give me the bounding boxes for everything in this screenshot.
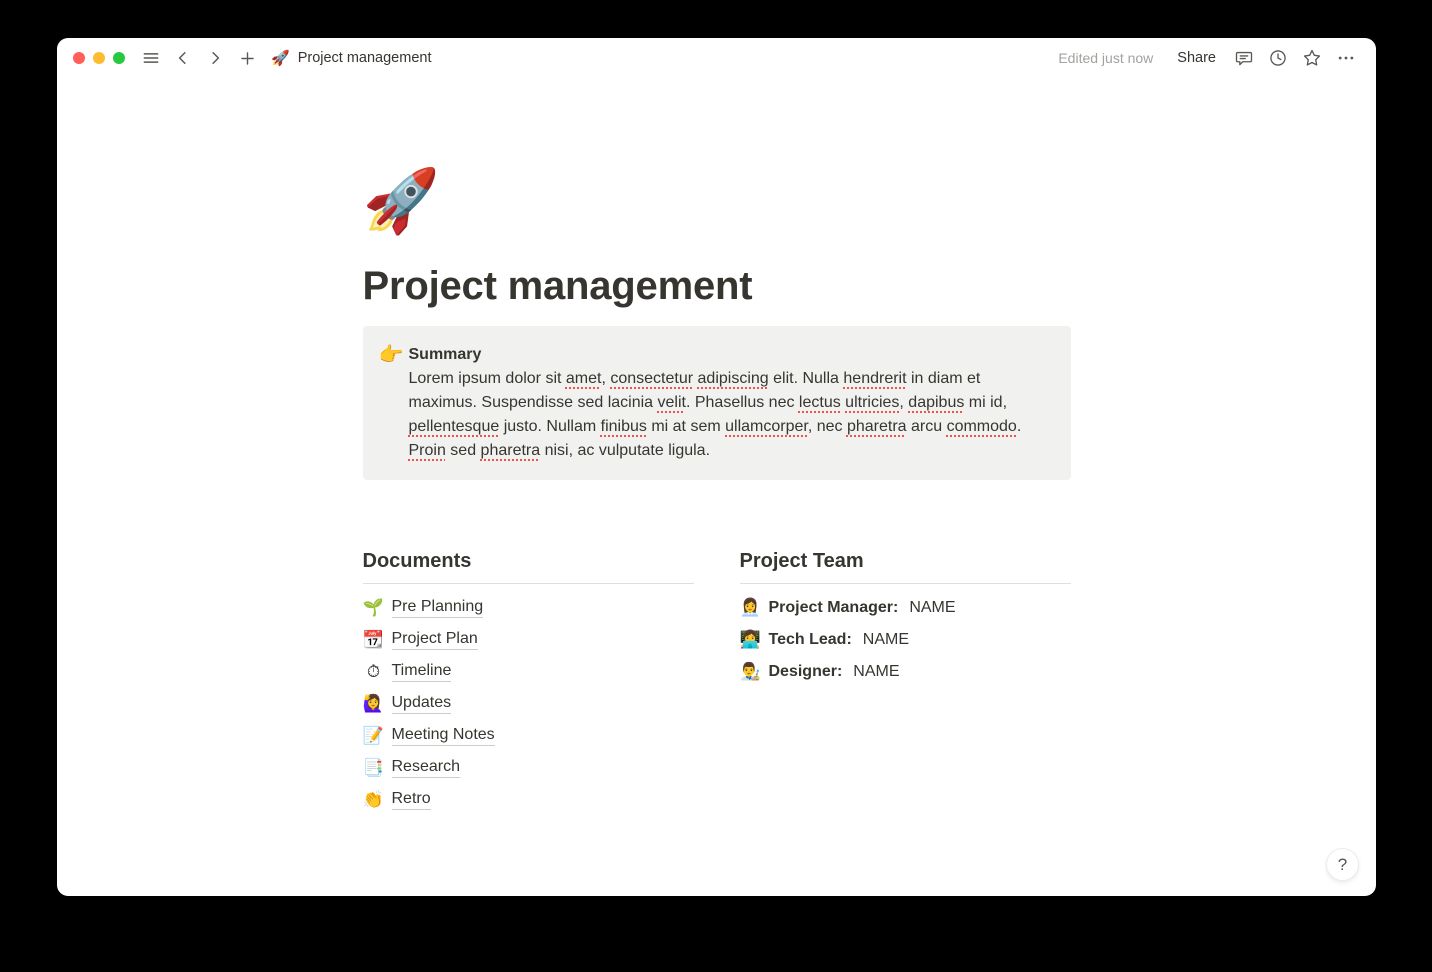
breadcrumb[interactable]: 🚀 Project management xyxy=(271,49,431,67)
misspelled-word: dapibus xyxy=(908,394,964,411)
text-segment: , nec xyxy=(808,418,847,435)
sidebar-menu-icon[interactable] xyxy=(137,44,165,72)
summary-callout[interactable]: 👉 Summary Lorem ipsum dolor sit amet, co… xyxy=(363,326,1071,480)
close-window-button[interactable] xyxy=(73,52,85,64)
team-member-name: NAME xyxy=(863,631,909,649)
document-link[interactable]: Timeline xyxy=(392,662,452,682)
documents-column: Documents 🌱 Pre Planning 📆 Project Plan ⏱ Tim… xyxy=(363,550,694,816)
callout-heading: Summary xyxy=(409,343,1047,367)
misspelled-word: pharetra xyxy=(481,442,541,459)
text-segment: , xyxy=(899,394,908,411)
misspelled-word: velit xyxy=(658,394,686,411)
page-content: 🚀 Project management 👉 Summary Lorem ips… xyxy=(363,168,1071,816)
misspelled-word: consectetur xyxy=(610,370,693,387)
more-options-icon[interactable] xyxy=(1332,44,1360,72)
document-link[interactable]: Project Plan xyxy=(392,630,478,650)
misspelled-word: commodo xyxy=(947,418,1017,435)
document-link-row: 👏 Retro xyxy=(363,784,694,816)
text-segment: justo. Nullam xyxy=(499,418,600,435)
page-rocket-icon: 🚀 xyxy=(271,49,290,67)
misspelled-word: Proin xyxy=(409,442,446,459)
clapping-hands-icon: 👏 xyxy=(363,790,385,810)
team-member-name: NAME xyxy=(853,663,899,681)
documents-list: 🌱 Pre Planning 📆 Project Plan ⏱ Timeline 🙋‍♀️ U… xyxy=(363,584,694,816)
share-button[interactable]: Share xyxy=(1169,47,1224,69)
callout-text: Lorem ipsum dolor sit amet, consectetur … xyxy=(409,367,1047,463)
woman-raising-hand-icon: 🙋‍♀️ xyxy=(363,694,385,714)
help-button[interactable]: ? xyxy=(1326,848,1359,881)
traffic-lights xyxy=(67,52,125,64)
pointing-right-icon: 👉 xyxy=(379,343,409,367)
text-segment: elit. Nulla xyxy=(769,370,844,387)
text-segment: . xyxy=(1017,418,1021,435)
team-list: 👩‍💼Project Manager:NAME👩‍💻Tech Lead:NAME… xyxy=(740,584,1071,688)
calendar-icon: 📆 xyxy=(363,630,385,650)
app-window: 🚀 Project management Edited just now Sha… xyxy=(57,38,1376,896)
bookmark-tabs-icon: 📑 xyxy=(363,758,385,778)
page-icon-rocket[interactable]: 🚀 xyxy=(363,168,441,236)
misspelled-word: amet xyxy=(566,370,602,387)
document-link-row: 📆 Project Plan xyxy=(363,624,694,656)
man-artist-icon: 👨‍🎨 xyxy=(740,662,762,682)
team-member-row: 👨‍🎨 Designer: NAME xyxy=(740,656,1071,688)
misspelled-word: ullamcorper xyxy=(725,418,808,435)
breadcrumb-title: Project management xyxy=(298,50,432,66)
titlebar-nav xyxy=(137,44,261,72)
misspelled-word: lectus xyxy=(799,394,841,411)
document-link[interactable]: Meeting Notes xyxy=(392,726,495,746)
document-link[interactable]: Research xyxy=(392,758,460,778)
document-link[interactable]: Updates xyxy=(392,694,452,714)
documents-heading[interactable]: Documents xyxy=(363,550,694,584)
forward-button[interactable] xyxy=(201,44,229,72)
text-segment: sed xyxy=(446,442,481,459)
team-role-label: Project Manager: xyxy=(769,599,899,617)
zoom-window-button[interactable] xyxy=(113,52,125,64)
document-link-row: ⏱ Timeline xyxy=(363,656,694,688)
team-role-label: Designer: xyxy=(769,663,843,681)
document-link-row: 📝 Meeting Notes xyxy=(363,720,694,752)
team-member-row: 👩‍💻 Tech Lead: NAME xyxy=(740,624,1071,656)
misspelled-word: adipiscing xyxy=(698,370,769,387)
history-clock-icon[interactable] xyxy=(1264,44,1292,72)
team-heading[interactable]: Project Team xyxy=(740,550,1071,584)
comments-icon[interactable] xyxy=(1230,44,1258,72)
text-segment: nisi, ac vulputate ligula. xyxy=(540,442,710,459)
edited-status: Edited just now xyxy=(1058,50,1153,66)
new-page-button[interactable] xyxy=(233,44,261,72)
document-link-row: 📑 Research xyxy=(363,752,694,784)
columns: Documents 🌱 Pre Planning 📆 Project Plan ⏱ Tim… xyxy=(363,550,1071,816)
stopwatch-icon: ⏱ xyxy=(363,662,385,682)
minimize-window-button[interactable] xyxy=(93,52,105,64)
text-segment: arcu xyxy=(907,418,947,435)
woman-office-worker-icon: 👩‍💼 xyxy=(740,598,762,618)
team-role-label: Tech Lead: xyxy=(769,631,852,649)
text-segment: mi at sem xyxy=(647,418,725,435)
document-link[interactable]: Pre Planning xyxy=(392,598,484,618)
callout-body: Summary Lorem ipsum dolor sit amet, cons… xyxy=(409,343,1047,463)
team-member-row: 👩‍💼 Project Manager: NAME xyxy=(740,592,1071,624)
team-member-name: NAME xyxy=(909,599,955,617)
back-button[interactable] xyxy=(169,44,197,72)
misspelled-word: ultricies xyxy=(845,394,899,411)
misspelled-word: pellentesque xyxy=(409,418,500,435)
misspelled-word: pharetra xyxy=(847,418,907,435)
titlebar-actions: Edited just now Share xyxy=(1058,44,1360,72)
woman-technologist-icon: 👩‍💻 xyxy=(740,630,762,650)
misspelled-word: hendrerit xyxy=(843,370,906,387)
titlebar: 🚀 Project management Edited just now Sha… xyxy=(57,38,1376,78)
text-segment: mi id, xyxy=(964,394,1007,411)
memo-icon: 📝 xyxy=(363,726,385,746)
page-scroll-area: 🚀 Project management 👉 Summary Lorem ips… xyxy=(57,78,1376,896)
document-link[interactable]: Retro xyxy=(392,790,431,810)
document-link-row: 🙋‍♀️ Updates xyxy=(363,688,694,720)
team-column: Project Team 👩‍💼 Project Manager: NAME 👩‍💻 T… xyxy=(740,550,1071,816)
text-segment: . Phasellus nec xyxy=(686,394,799,411)
page-title[interactable]: Project management xyxy=(363,264,1071,309)
text-segment: Lorem ipsum dolor sit xyxy=(409,370,566,387)
misspelled-word: finibus xyxy=(601,418,647,435)
seedling-icon: 🌱 xyxy=(363,598,385,618)
document-link-row: 🌱 Pre Planning xyxy=(363,592,694,624)
favorite-star-icon[interactable] xyxy=(1298,44,1326,72)
